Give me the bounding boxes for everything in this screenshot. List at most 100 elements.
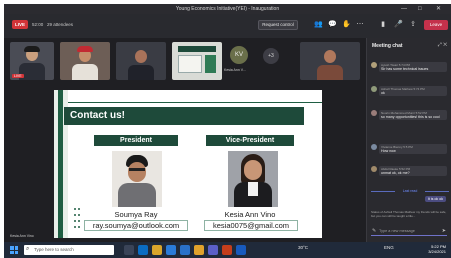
avatar bbox=[371, 144, 377, 150]
chat-bubble[interactable]: Vivianne Bienny 5:5 PM How now bbox=[379, 144, 447, 154]
weather-text[interactable]: 30°C bbox=[298, 245, 308, 250]
avatar[interactable]: KV bbox=[230, 46, 248, 64]
participant-body bbox=[72, 64, 98, 80]
president-role-label: President bbox=[94, 135, 178, 146]
vice-president-photo bbox=[228, 151, 278, 207]
file-explorer-icon[interactable] bbox=[152, 245, 162, 255]
message-text: Sir has some technical issues bbox=[381, 67, 429, 71]
slide-heading-banner: Contact us! bbox=[64, 107, 304, 125]
task-view-icon[interactable] bbox=[124, 245, 134, 255]
avatar bbox=[371, 166, 377, 172]
message-text: unmat ok, ok me? bbox=[381, 171, 410, 175]
shared-content-area: Contact us! President Soumya Ray ray.sou… bbox=[4, 84, 366, 242]
edge-icon[interactable] bbox=[138, 245, 148, 255]
participant-tile[interactable] bbox=[116, 42, 166, 80]
teams-icon[interactable] bbox=[208, 245, 218, 255]
meeting-chat-panel: Meeting chat ⤢ ✕ Ayush Tiwari 5:74 PM Si… bbox=[366, 38, 451, 242]
chat-bubble[interactable]: Ayush Tiwari 5:74 PM Sir has some techni… bbox=[379, 62, 447, 72]
raise-hand-icon[interactable]: ✋ bbox=[342, 21, 351, 29]
avatar bbox=[371, 86, 377, 92]
president-name: Soumya Ray bbox=[114, 210, 158, 219]
presenter-label: Kesia Ann Vino bbox=[10, 234, 34, 238]
own-chat-bubble[interactable]: It is ok ok bbox=[424, 196, 446, 202]
participant-tile[interactable] bbox=[60, 42, 110, 80]
vice-president-role-label: Vice-President bbox=[206, 135, 294, 146]
vice-president-email: kesia0075@gmail.com bbox=[204, 220, 298, 231]
maximize-icon[interactable]: □ bbox=[418, 5, 422, 13]
title-bar: Young Economics Initiative(YEI) - Inaugu… bbox=[4, 4, 451, 14]
format-icon[interactable]: ✎ bbox=[372, 228, 376, 234]
camera-icon[interactable]: ▮ bbox=[379, 21, 387, 29]
shared-slide: Contact us! President Soumya Ray ray.sou… bbox=[54, 90, 322, 238]
message-text: ok bbox=[381, 91, 385, 95]
message-text: so many opportunities! this is so cool bbox=[381, 115, 440, 119]
search-icon: ⌕ bbox=[26, 246, 30, 252]
minimize-icon[interactable]: — bbox=[401, 5, 407, 13]
taskbar-clock[interactable]: 5:22 PM 3/24/2021 bbox=[428, 244, 446, 254]
participant-tile[interactable] bbox=[300, 42, 360, 80]
system-note: Status of Ashwil Thomas Mathew my friend… bbox=[371, 210, 447, 218]
share-icon[interactable]: ⇪ bbox=[409, 21, 417, 29]
taskbar-search-box[interactable]: ⌕ Type here to search bbox=[24, 245, 114, 255]
slide-dot-decoration bbox=[74, 206, 84, 234]
mail-icon[interactable] bbox=[180, 245, 190, 255]
participant-strip: LIVE KV Kesia Ann V... +3 bbox=[4, 38, 366, 84]
message-text: How now bbox=[381, 149, 396, 153]
participant-tile[interactable]: LIVE bbox=[10, 42, 54, 80]
popout-icon[interactable]: ⤢ bbox=[438, 42, 442, 48]
meeting-toolbar: LIVE 52:00 29 attendees Request control … bbox=[4, 14, 451, 38]
more-participants-button[interactable]: +3 bbox=[263, 48, 279, 64]
store-icon[interactable] bbox=[166, 245, 176, 255]
vice-president-shirt bbox=[248, 182, 258, 196]
close-icon[interactable]: ✕ bbox=[436, 5, 441, 13]
participant-cap bbox=[77, 46, 93, 52]
shared-screen-thumbnail-side bbox=[205, 55, 216, 73]
participant-body bbox=[317, 65, 343, 80]
participant-hair bbox=[24, 46, 40, 52]
chat-panel-actions: ⤢ ✕ bbox=[438, 42, 447, 48]
avatar bbox=[371, 110, 377, 116]
mic-icon[interactable]: 🎤 bbox=[394, 21, 403, 29]
avatar-name: Kesia Ann V... bbox=[224, 68, 246, 72]
participant-tile[interactable] bbox=[172, 42, 222, 80]
taskbar-search-input[interactable]: Type here to search bbox=[34, 247, 74, 252]
window-title: Young Economics Initiative(YEI) - Inaugu… bbox=[175, 6, 280, 12]
last-read-divider: Last read bbox=[371, 189, 449, 193]
people-icon[interactable]: 👥 bbox=[314, 21, 323, 29]
slide-heading: Contact us! bbox=[70, 110, 125, 121]
president-face bbox=[128, 162, 146, 182]
more-icon[interactable]: ⋯ bbox=[356, 21, 364, 29]
president-photo bbox=[112, 151, 162, 207]
vice-president-name: Kesia Ann Vino bbox=[224, 210, 276, 219]
chat-icon[interactable]: 💬 bbox=[328, 21, 337, 29]
president-sunglasses bbox=[129, 168, 145, 171]
send-icon[interactable]: ➤ bbox=[442, 228, 446, 234]
meeting-timer: 52:00 bbox=[32, 22, 44, 27]
chat-bubble[interactable]: Ashwil Thomas Mathew 5:74 PM ok bbox=[379, 86, 447, 96]
compose-input[interactable]: Type a new message bbox=[379, 229, 415, 233]
president-email: ray.soumya@outlook.com bbox=[84, 220, 188, 231]
shared-screen-thumbnail-body bbox=[178, 55, 202, 73]
chat-compose-box[interactable]: ✎ Type a new message ➤ bbox=[371, 227, 447, 236]
participant-body bbox=[128, 65, 154, 80]
teams-meeting-window: Young Economics Initiative(YEI) - Inaugu… bbox=[4, 4, 451, 258]
tile-live-badge: LIVE bbox=[12, 74, 24, 78]
close-chat-icon[interactable]: ✕ bbox=[443, 42, 447, 48]
vice-president-face bbox=[244, 160, 262, 180]
language-indicator[interactable]: ENG bbox=[384, 245, 394, 250]
windows-taskbar: ⌕ Type here to search 30°C ENG 5:22 PM 3… bbox=[4, 242, 451, 258]
participant-face bbox=[135, 50, 147, 63]
chat-bubble[interactable]: Noorin Mohammed Munir 5:52 PM so many op… bbox=[379, 110, 447, 120]
request-control-button[interactable]: Request control bbox=[258, 20, 298, 30]
leave-button[interactable]: Leave bbox=[424, 20, 448, 30]
slide-top-line bbox=[68, 102, 322, 103]
live-badge: LIVE bbox=[12, 20, 28, 29]
windows-start-icon[interactable] bbox=[10, 246, 18, 254]
powerpoint-icon[interactable] bbox=[222, 245, 232, 255]
president-shirt bbox=[118, 183, 156, 207]
chrome-icon[interactable] bbox=[194, 245, 204, 255]
attendee-count[interactable]: 29 attendees bbox=[47, 22, 73, 27]
chat-bubble[interactable]: Abdul Rauke 5:52 PM unmat ok, ok me? bbox=[379, 166, 447, 176]
word-icon[interactable] bbox=[236, 245, 246, 255]
avatar bbox=[371, 62, 377, 68]
